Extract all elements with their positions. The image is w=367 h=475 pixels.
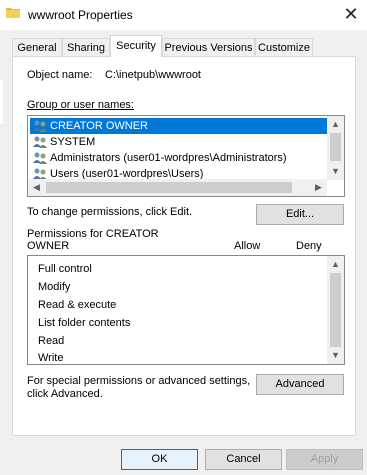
scroll-thumb[interactable] [330,273,341,347]
permissions-vertical-scrollbar[interactable]: ▲ ▼ [327,256,344,364]
allow-column-header: Allow [234,240,261,252]
object-name-value: C:\inetpub\wwwroot [105,69,201,81]
permissions-header-line2: OWNER [27,240,70,252]
permission-row: List folder contents [38,317,131,329]
scroll-left-icon[interactable]: ◀ [28,179,45,196]
tab-sharing[interactable]: Sharing [62,38,110,56]
scroll-down-icon[interactable]: ▼ [327,163,344,180]
advanced-button-label: Advanced [275,378,325,390]
deny-column-header: Deny [296,240,322,252]
group-list-horizontal-scrollbar[interactable]: ◀ ▶ [28,179,327,196]
advanced-button[interactable]: Advanced [256,374,344,395]
tab-customize[interactable]: Customize [255,38,313,56]
close-icon[interactable]: ✕ [338,2,364,26]
object-name-label: Object name: [27,69,93,81]
tab-general[interactable]: General [12,38,62,56]
window-title: wwwroot Properties [28,8,133,22]
cancel-button[interactable]: Cancel [205,449,282,470]
permission-row: Read & execute [38,299,117,311]
ok-button-label: OK [151,453,168,465]
permission-row: Write [38,352,64,364]
list-item-system[interactable]: SYSTEM [30,134,95,150]
group-names-label: Group or user names: [27,99,134,111]
edit-button-label: Edit... [285,208,315,220]
users-icon [33,120,47,132]
scroll-right-icon[interactable]: ▶ [310,179,327,196]
advanced-hint-line2: click Advanced. [27,388,103,400]
tab-previous-versions[interactable]: Previous Versions [162,38,255,56]
apply-button[interactable]: Apply [286,449,363,470]
ok-button[interactable]: OK [121,449,198,470]
advanced-hint-line1: For special permissions or advanced sett… [27,375,251,387]
users-icon [33,152,47,164]
scroll-up-icon[interactable]: ▲ [327,256,344,273]
tab-security[interactable]: Security [110,35,162,57]
permissions-header-line1: Permissions for CREATOR [27,228,159,240]
group-list-vertical-scrollbar[interactable]: ▲ ▼ [327,116,344,180]
folder-icon [6,8,20,18]
cancel-button-label: Cancel [226,453,261,465]
permission-row: Read [38,335,65,347]
permission-row: Modify [38,281,71,293]
scroll-thumb[interactable] [330,133,341,161]
scroll-up-icon[interactable]: ▲ [327,116,344,133]
list-item-label: Administrators (user01-wordpres\Administ… [50,152,287,164]
users-icon [33,136,47,148]
list-item-creator-owner[interactable]: CREATOR OWNER [30,118,327,134]
permissions-list: Full control Modify Read & execute List … [27,255,345,365]
change-permissions-hint: To change permissions, click Edit. [27,206,193,218]
list-item-administrators[interactable]: Administrators (user01-wordpres\Administ… [30,150,287,166]
scroll-down-icon[interactable]: ▼ [327,347,344,364]
scroll-thumb[interactable] [46,182,292,193]
apply-button-label: Apply [310,453,339,465]
edit-button[interactable]: Edit... [256,204,344,225]
permission-row: Full control [38,263,92,275]
background-window-edge [0,80,3,124]
